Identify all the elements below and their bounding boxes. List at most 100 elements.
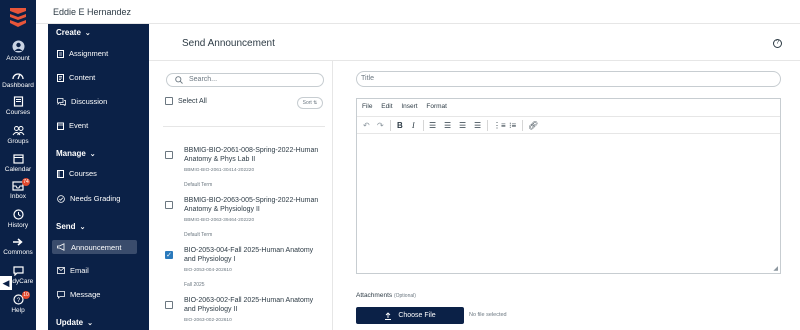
commons-icon: [13, 238, 23, 246]
nav-link-discussion[interactable]: Discussion: [57, 97, 107, 106]
nav-commons[interactable]: Commons: [0, 237, 36, 256]
title-field[interactable]: Title: [356, 71, 781, 87]
section-send[interactable]: Send ⌄: [56, 222, 85, 231]
nav-link-courses-label: Courses: [69, 169, 97, 178]
menu-file[interactable]: File: [362, 103, 372, 110]
course-checkbox[interactable]: [165, 201, 173, 209]
nav-link-message[interactable]: Message: [57, 290, 100, 299]
align-left-icon[interactable]: ☰: [429, 121, 436, 130]
course-name: BBMIG-BIO-2061-008-Spring-2022-Human Ana…: [184, 147, 319, 163]
redo-icon[interactable]: ↷: [377, 121, 384, 130]
toolbar-divider: [390, 120, 391, 131]
nav-link-needs-grading[interactable]: Needs Grading: [57, 194, 120, 203]
course-code: BBMIG-BIO-2063-39464-202220: [184, 218, 255, 223]
menu-edit[interactable]: Edit: [381, 103, 392, 110]
help-circle-icon[interactable]: ?: [773, 39, 782, 48]
nav-link-needs-grading-label: Needs Grading: [70, 194, 121, 203]
section-update[interactable]: Update ⌄: [56, 318, 93, 327]
course-list-pane: Search... Select All Sort ⇅ BBMIG-BIO-20…: [149, 61, 333, 330]
nav-link-announcement[interactable]: Announcement: [52, 240, 137, 254]
section-manage[interactable]: Manage ⌄: [56, 149, 96, 158]
resize-handle-icon[interactable]: ◢: [773, 265, 778, 272]
section-create[interactable]: Create ⌄: [56, 28, 91, 37]
nav-history-label: History: [7, 222, 29, 229]
link-icon[interactable]: 🔗︎: [528, 121, 538, 130]
main-content: Send Announcement ? Search... Select All…: [149, 24, 800, 330]
nav-link-content-label: Content: [69, 73, 96, 82]
book-icon: [57, 169, 64, 178]
search-icon: [175, 76, 183, 84]
nav-history[interactable]: History: [0, 209, 36, 229]
course-checkbox[interactable]: [165, 301, 173, 309]
course-checkbox[interactable]: [165, 151, 173, 159]
discussion-icon: [57, 97, 66, 106]
nav-calendar[interactable]: Calendar: [0, 153, 36, 173]
nav-groups-label: Groups: [7, 138, 29, 145]
chat-bubble-icon: [12, 266, 24, 276]
section-update-label: Update: [56, 318, 84, 327]
course-name: BIO-2063-002-Fall 2025-Human Anatomy and…: [184, 297, 314, 313]
bold-icon[interactable]: B: [397, 121, 403, 130]
choose-file-button[interactable]: Choose File: [356, 307, 464, 324]
section-create-label: Create: [56, 28, 81, 37]
numbered-list-icon[interactable]: ⋮≡: [493, 121, 506, 130]
term-label: Fall 2025: [184, 282, 205, 288]
align-center-icon[interactable]: ☰: [444, 121, 451, 130]
nav-dashboard[interactable]: Dashboard: [0, 70, 36, 89]
nav-link-content[interactable]: Content: [57, 73, 95, 82]
nav-link-message-label: Message: [70, 290, 101, 299]
speaker-icon[interactable]: ◀: [0, 276, 12, 290]
attachments-optional: (Optional): [393, 293, 416, 299]
bulleted-list-icon[interactable]: ⁝≡: [509, 121, 516, 130]
align-right-icon[interactable]: ☰: [459, 121, 466, 130]
nav-link-email[interactable]: Email: [57, 266, 89, 275]
nav-link-event[interactable]: Event: [57, 121, 88, 130]
courses-icon: [13, 96, 23, 107]
nav-courses[interactable]: Courses: [0, 96, 36, 116]
nav-inbox[interactable]: 74 Inbox: [0, 178, 36, 200]
course-checkbox-checked[interactable]: ✓: [165, 251, 173, 259]
section-send-label: Send: [56, 222, 76, 231]
nav-link-courses[interactable]: Courses: [57, 169, 97, 178]
top-header: Eddie E Hernandez: [36, 0, 800, 24]
nav-dashboard-label: Dashboard: [2, 82, 34, 89]
tool-nav: Create ⌄ Assignment Content Discussion Ev…: [48, 24, 149, 330]
select-all-label: Select All: [178, 97, 207, 105]
course-code: BIO-2053-004-202610: [184, 268, 232, 273]
dashboard-icon: [12, 73, 24, 80]
nav-groups[interactable]: Groups: [0, 125, 36, 145]
align-justify-icon[interactable]: ☰: [474, 121, 481, 130]
assignment-icon: [57, 49, 64, 58]
institution-logo[interactable]: [8, 6, 28, 28]
nav-link-discussion-label: Discussion: [71, 97, 108, 106]
nav-link-assignment[interactable]: Assignment: [57, 49, 108, 58]
groups-icon: [12, 126, 24, 136]
nav-inbox-label: Inbox: [10, 193, 26, 200]
nav-help-label: Help: [11, 307, 25, 314]
chevron-down-icon: ⌄: [89, 151, 96, 158]
select-all-checkbox[interactable]: [165, 97, 173, 105]
calendar-icon: [12, 154, 24, 164]
sort-button[interactable]: Sort ⇅: [297, 97, 323, 109]
nav-account-label: Account: [6, 55, 30, 62]
nav-link-announcement-label: Announcement: [71, 242, 122, 252]
nav-calendar-label: Calendar: [4, 166, 32, 173]
toolbar-divider: [423, 120, 424, 131]
italic-icon[interactable]: I: [412, 121, 415, 130]
inbox-badge: 74: [22, 178, 30, 186]
nav-commons-label: Commons: [3, 249, 33, 256]
menu-format[interactable]: Format: [426, 103, 447, 110]
nav-account[interactable]: Account: [0, 40, 36, 62]
select-all[interactable]: Select All: [165, 97, 207, 105]
undo-icon[interactable]: ↶: [363, 121, 370, 130]
grading-icon: [57, 194, 65, 203]
term-label: Default Term: [184, 182, 213, 188]
nav-help[interactable]: ? 10 Help: [0, 291, 36, 314]
search-input[interactable]: Search...: [166, 73, 324, 87]
email-icon: [57, 267, 65, 274]
chevron-down-icon: ⌄: [87, 320, 93, 327]
list-divider: [163, 126, 325, 127]
rich-text-editor[interactable]: File Edit Insert Format ↶ ↷ B I ☰ ☰ ☰ ☰ …: [356, 98, 781, 274]
course-name: BBMIG-BIO-2063-005-Spring-2022-Human Ana…: [184, 197, 319, 213]
menu-insert[interactable]: Insert: [401, 103, 417, 110]
